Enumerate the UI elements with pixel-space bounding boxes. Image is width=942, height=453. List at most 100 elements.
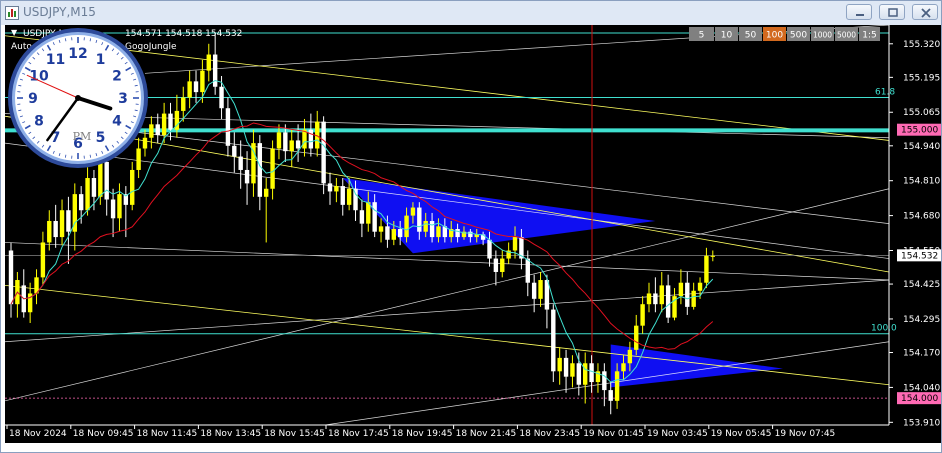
- candle-body: [397, 229, 403, 238]
- time-axis-label: 18 Nov 15:45: [264, 429, 325, 439]
- price-axis-label: 154.425: [903, 280, 940, 290]
- candle-body: [181, 97, 186, 111]
- chart-canvas[interactable]: 155.320 155.195 155.065 154.940 154.810 154.6…: [5, 25, 941, 443]
- restore-icon: [888, 8, 898, 17]
- candle-body: [40, 242, 46, 278]
- candle-body: [391, 229, 396, 240]
- time-axis-label: 18 Nov 11:45: [137, 429, 198, 439]
- candle-body: [678, 282, 684, 297]
- timeframe-button-label: 500: [790, 31, 807, 41]
- candle-body: [302, 129, 307, 149]
- candle-body: [219, 86, 224, 109]
- candle-body: [225, 108, 231, 146]
- price-axis-label: 154.810: [903, 177, 940, 187]
- clock-number: 10: [29, 69, 49, 85]
- timeframe-button-100[interactable]: 100: [763, 27, 786, 41]
- candle-body: [525, 258, 530, 283]
- restore-button[interactable]: [879, 4, 905, 20]
- candle-body: [264, 188, 269, 197]
- clock-period-label: PM: [73, 130, 92, 143]
- timeframe-button-5[interactable]: 5: [689, 27, 714, 41]
- candle-body: [665, 285, 671, 318]
- candle-body: [78, 194, 84, 211]
- candle-body: [634, 325, 639, 350]
- close-button[interactable]: [912, 4, 938, 20]
- candle-body: [704, 255, 709, 283]
- price-axis-label: 154.680: [903, 212, 940, 222]
- candle-body: [570, 363, 575, 377]
- time-axis-label: 18 Nov 2024: [9, 429, 67, 439]
- clock-number: 8: [34, 114, 44, 130]
- candle-body: [257, 143, 263, 197]
- timeframe-button-1:5[interactable]: 1:5: [859, 27, 880, 41]
- time-axis-label: 18 Nov 13:45: [200, 429, 261, 439]
- fib-label-100: 100.0: [871, 324, 897, 334]
- candle-body: [697, 282, 703, 291]
- minimize-button[interactable]: [846, 4, 872, 20]
- title-bar[interactable]: USDJPY,M15: [1, 1, 941, 25]
- timeframe-button-10[interactable]: 10: [715, 27, 738, 41]
- chart-menu-arrow: ▼: [11, 28, 18, 37]
- timeframe-button-5000[interactable]: 5000: [835, 27, 858, 41]
- candle-body: [385, 226, 390, 240]
- candle-body: [691, 290, 696, 307]
- candle-body: [53, 220, 58, 238]
- candle-body: [589, 363, 594, 383]
- timeframe-button-1000[interactable]: 1000: [811, 27, 834, 41]
- clock-number: 2: [112, 69, 122, 85]
- candle-body: [487, 239, 492, 259]
- time-axis-label: 19 Nov 03:45: [647, 429, 708, 439]
- timeframe-button-500[interactable]: 500: [787, 27, 810, 41]
- timeframe-button-label: 5: [699, 31, 705, 41]
- candle-body: [98, 161, 103, 197]
- candle-body: [59, 210, 65, 238]
- window-title: USDJPY,M15: [23, 5, 96, 19]
- candle-body: [563, 357, 569, 377]
- candle-body: [417, 207, 422, 232]
- candle-body: [404, 215, 409, 238]
- candle-body: [685, 282, 690, 307]
- time-axis-label: 18 Nov 09:45: [73, 429, 134, 439]
- time-axis-label: 18 Nov 21:45: [456, 429, 517, 439]
- time-axis-label: 18 Nov 17:45: [328, 429, 389, 439]
- candle-body: [346, 188, 352, 205]
- timeframe-button-50[interactable]: 50: [739, 27, 762, 41]
- candle-body: [378, 226, 384, 232]
- candle-body: [538, 280, 543, 299]
- timeframe-button-label: 1000: [813, 31, 832, 40]
- timeframe-button-label: 50: [745, 31, 757, 41]
- candle-body: [238, 156, 243, 170]
- candle-body: [627, 349, 633, 364]
- clock-number: 11: [46, 52, 65, 68]
- candle-body: [353, 188, 358, 211]
- candle-body: [372, 202, 377, 232]
- candle-body: [410, 207, 416, 216]
- time-axis-label: 19 Nov 01:45: [583, 429, 644, 439]
- candle-body: [557, 357, 562, 372]
- candle-body: [321, 121, 326, 184]
- time-axis-label: 18 Nov 23:45: [519, 429, 580, 439]
- timeframe-button-label: 5000: [837, 31, 856, 40]
- candle-body: [104, 161, 109, 200]
- candle-body: [193, 81, 199, 93]
- candle-body: [244, 169, 250, 184]
- candle-body: [614, 371, 620, 401]
- clock-number: 9: [28, 91, 38, 107]
- candle-body: [232, 145, 237, 157]
- candle-body: [283, 132, 288, 152]
- candle-body: [436, 226, 441, 238]
- price-level-tag-label: 154.000: [901, 394, 938, 404]
- candle-body: [653, 293, 658, 305]
- clock-number: 12: [68, 46, 87, 62]
- clock-number: 1: [96, 52, 106, 68]
- candle-body: [366, 202, 371, 224]
- candle-body: [602, 371, 607, 391]
- expert-suffix-label: GogoJungle: [125, 42, 177, 52]
- timeframe-button-label: 100: [766, 31, 783, 41]
- price-level-tag-label: 154.532: [901, 251, 938, 261]
- candle-body: [136, 148, 141, 170]
- candle-body: [206, 54, 211, 71]
- candle-body: [149, 124, 154, 138]
- price-chart[interactable]: 155.320 155.195 155.065 154.940 154.810 154.6…: [5, 25, 941, 443]
- candle-body: [289, 140, 294, 152]
